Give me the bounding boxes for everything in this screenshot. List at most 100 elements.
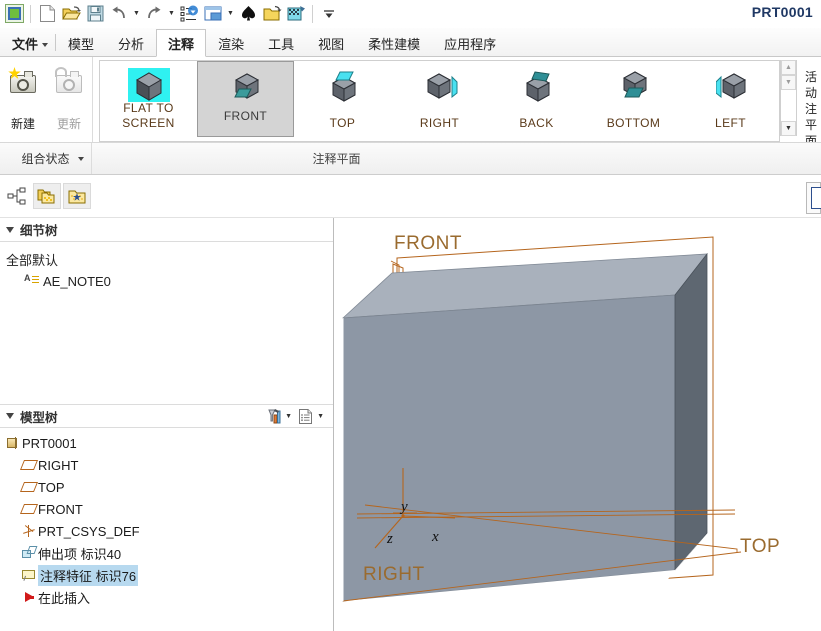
customize-toolbar-icon[interactable] — [317, 2, 341, 26]
undo-icon[interactable] — [107, 2, 131, 26]
tab-file[interactable]: 文件 — [0, 30, 55, 56]
tab-analysis[interactable]: 分析 — [106, 30, 156, 56]
folder-browser-icon[interactable] — [33, 183, 61, 209]
right-edge-panel[interactable] — [806, 182, 821, 214]
axis-label-x: x — [432, 529, 439, 545]
detail-tree-header[interactable]: 细节树 — [0, 218, 333, 242]
new-annotation-plane-button[interactable]: 新建 — [0, 61, 46, 132]
table-row[interactable]: FRONT — [4, 498, 333, 520]
active-annotation-plane-button[interactable]: 活动注 平面 — [801, 57, 821, 142]
ribbon-group-label: 注释平面 — [312, 152, 361, 166]
ribbon-group-annotation-create: 新建 更新 — [0, 57, 93, 142]
spade-icon[interactable] — [236, 2, 260, 26]
update-camera-icon — [54, 67, 84, 95]
axis-label-z: z — [387, 531, 393, 547]
open-file-icon[interactable] — [59, 2, 83, 26]
filter-dropdown-icon[interactable]: ▼ — [285, 413, 292, 420]
new-camera-icon — [8, 67, 38, 95]
toolbar-separator — [30, 4, 31, 23]
ribbon-panel: 新建 更新 FLAT TO SCREEN FRONT TOP RIGHT BAC… — [0, 57, 821, 143]
undo-dropdown-icon[interactable]: ▼ — [131, 3, 142, 25]
flat-to-screen-icon — [127, 68, 170, 102]
model-tree-title: 模型树 — [20, 410, 58, 425]
model-tree-item-label: 在此插入 — [38, 590, 91, 606]
tab-model[interactable]: 模型 — [56, 30, 106, 56]
plane-gallery-scrollbar[interactable]: ▲ ▼ ▼ — [780, 60, 797, 136]
csys-icon — [20, 524, 38, 538]
new-file-icon[interactable] — [35, 2, 59, 26]
tab-tools[interactable]: 工具 — [256, 30, 306, 56]
bottom-plane-icon — [613, 68, 655, 104]
plane-button-right[interactable]: RIGHT — [391, 61, 488, 137]
app-logo-icon[interactable] — [2, 2, 26, 26]
tree-columns-icon[interactable] — [295, 406, 317, 426]
annotation-plane-gallery: FLAT TO SCREEN FRONT TOP RIGHT BACK BOTT… — [99, 60, 780, 142]
detail-tree-item-all-default[interactable]: 全部默认 — [6, 248, 333, 270]
gallery-expand-icon[interactable]: ▼ — [781, 121, 796, 136]
plane-button-left[interactable]: LEFT — [682, 61, 779, 137]
filter-settings-icon[interactable] — [263, 406, 285, 426]
plane-label-top: TOP — [329, 116, 356, 130]
plane-button-bottom[interactable]: BOTTOM — [585, 61, 682, 137]
plane-button-front[interactable]: FRONT — [197, 61, 294, 137]
datum-plane-icon — [19, 482, 39, 492]
detail-tree-item-ae-note0[interactable]: A AE_NOTE0 — [6, 270, 333, 292]
table-row[interactable]: 注释特征 标识76 — [4, 564, 333, 586]
left-plane-icon — [710, 68, 752, 104]
plane-button-back[interactable]: BACK — [488, 61, 585, 137]
favorites-folder-icon[interactable] — [63, 183, 91, 209]
regenerate-icon[interactable] — [177, 2, 201, 26]
new-annotation-plane-label: 新建 — [10, 117, 35, 131]
window-switch-icon[interactable] — [201, 2, 225, 26]
detail-tree-title: 细节树 — [20, 224, 58, 238]
plane-button-flat-to-screen[interactable]: FLAT TO SCREEN — [100, 61, 197, 137]
save-file-icon[interactable] — [83, 2, 107, 26]
display-style-icon[interactable] — [284, 2, 308, 26]
table-row[interactable]: 在此插入 — [4, 586, 333, 608]
datum-label-front: FRONT — [394, 233, 462, 254]
gallery-scroll-down-icon[interactable]: ▼ — [781, 75, 796, 90]
model-tree-header[interactable]: 模型树 ▼ ▼ — [0, 404, 333, 428]
tab-applications[interactable]: 应用程序 — [432, 30, 508, 56]
navigator-panel: 细节树 全部默认 A AE_NOTE0 模型树 ▼ ▼ PRT0001 RIGH… — [0, 218, 334, 631]
update-annotation-plane-button[interactable]: 更新 — [46, 61, 92, 132]
plane-label-bottom: BOTTOM — [606, 116, 661, 130]
redo-icon[interactable] — [142, 2, 166, 26]
model-tree-icon[interactable] — [3, 183, 31, 209]
model-tree-item-label: TOP — [38, 479, 65, 495]
detail-tree-body: 全部默认 A AE_NOTE0 — [0, 242, 333, 404]
model-tree-item-label: 注释特征 标识76 — [38, 564, 139, 586]
model-tree-header-icons: ▼ ▼ — [263, 406, 333, 426]
model-tree-item-label: PRT_CSYS_DEF — [38, 523, 140, 539]
toolbar-separator-2 — [312, 4, 313, 23]
part-icon — [4, 436, 22, 450]
plane-button-top[interactable]: TOP — [294, 61, 391, 137]
model-tree-item-label: PRT0001 — [22, 435, 77, 451]
redo-dropdown-icon[interactable]: ▼ — [166, 3, 177, 25]
tree-columns-dropdown-icon[interactable]: ▼ — [317, 413, 324, 420]
table-row[interactable]: RIGHT — [4, 454, 333, 476]
plane-label-left: LEFT — [715, 116, 746, 130]
right-plane-icon — [419, 68, 461, 104]
table-row[interactable]: 伸出项 标识40 — [4, 542, 333, 564]
tab-view[interactable]: 视图 — [306, 30, 356, 56]
window-dropdown-icon[interactable]: ▼ — [225, 3, 236, 25]
tab-annotate[interactable]: 注释 — [156, 29, 207, 57]
graphics-viewport[interactable]: FRONT TOP RIGHT y x z — [335, 218, 821, 631]
model-tree-item-label: 伸出项 标识40 — [38, 546, 122, 562]
model-tree-body: PRT0001 RIGHT TOP FRONT PRT_CSYS_DEF 伸出项… — [0, 428, 333, 608]
table-row[interactable]: PRT0001 — [4, 432, 333, 454]
open-folder-icon[interactable] — [260, 2, 284, 26]
back-plane-icon — [516, 68, 558, 104]
datum-label-top: TOP — [740, 536, 781, 557]
quick-access-toolbar: ▼ ▼ ▼ PRT0001 — [0, 0, 821, 28]
tab-render[interactable]: 渲染 — [206, 30, 256, 56]
table-row[interactable]: PRT_CSYS_DEF — [4, 520, 333, 542]
insert-here-icon — [20, 592, 38, 602]
tab-flexible-modeling[interactable]: 柔性建模 — [356, 30, 432, 56]
update-annotation-plane-label: 更新 — [56, 117, 81, 131]
table-row[interactable]: TOP — [4, 476, 333, 498]
datum-label-right: RIGHT — [363, 564, 425, 585]
combination-state-dropdown[interactable]: 组合状态 — [0, 143, 92, 174]
gallery-scroll-up-icon[interactable]: ▲ — [781, 60, 796, 75]
